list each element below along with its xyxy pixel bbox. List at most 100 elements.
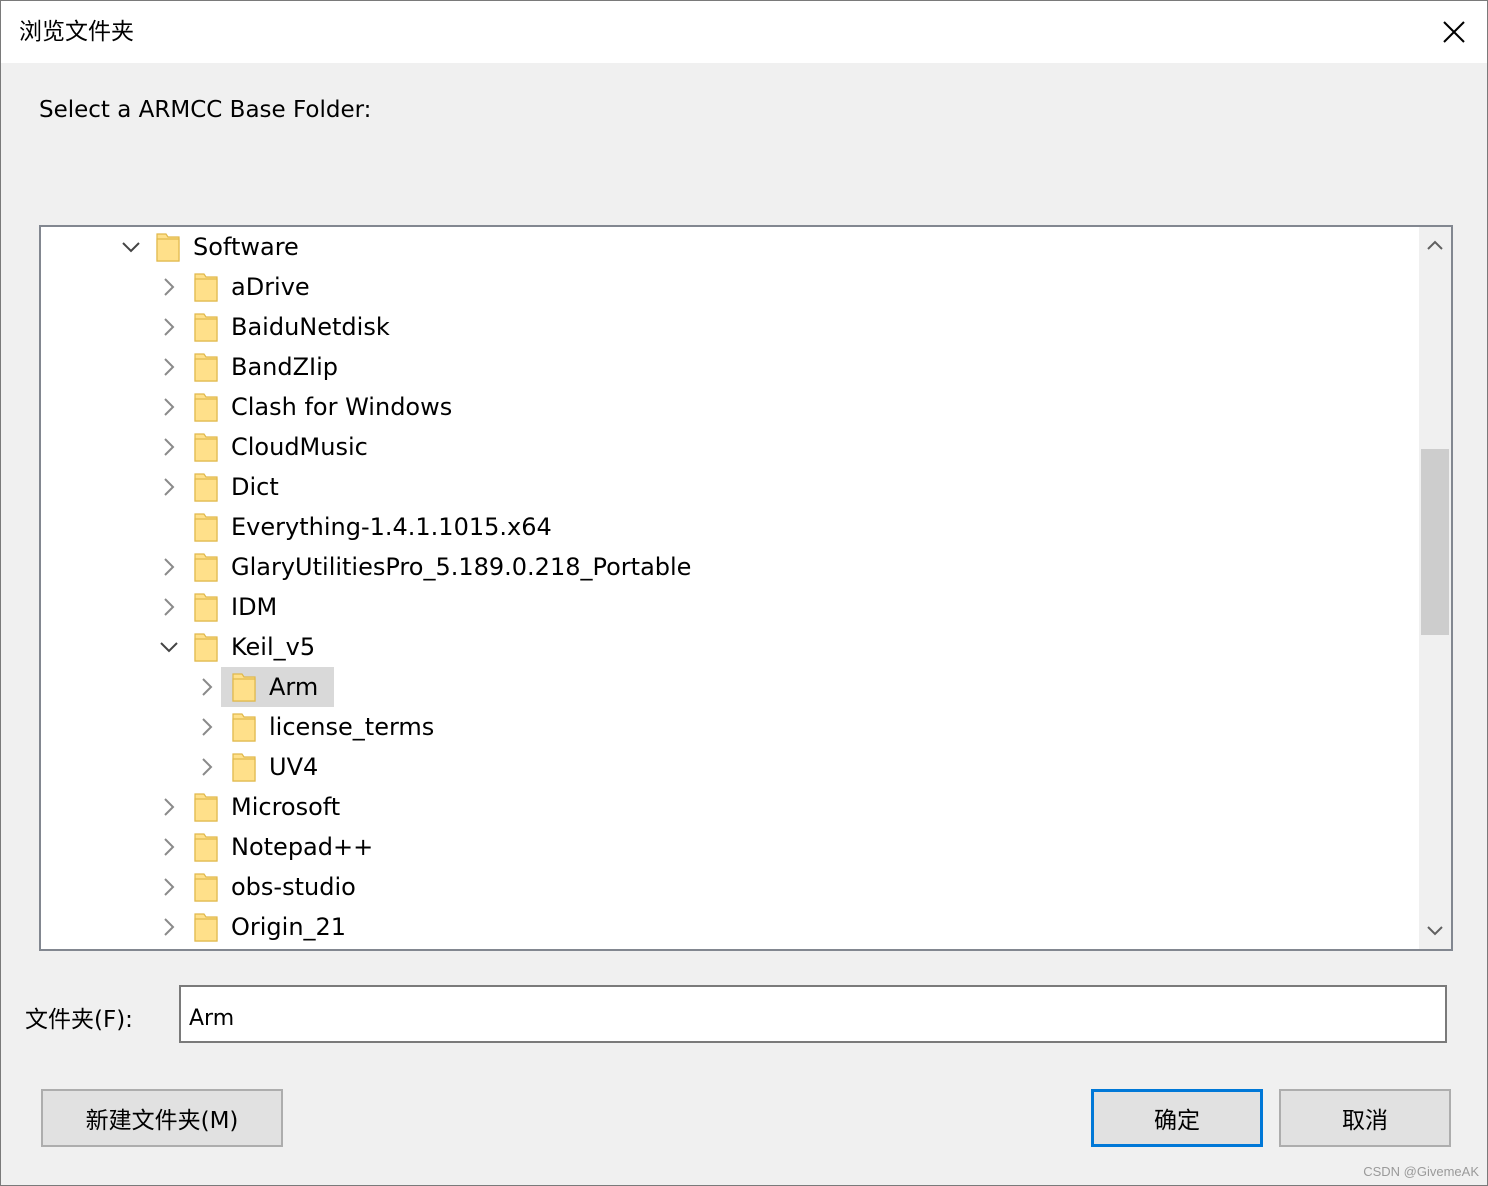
expand-toggle[interactable] bbox=[155, 867, 183, 907]
tree-item[interactable]: Keil_v5 bbox=[155, 627, 331, 667]
expand-toggle[interactable] bbox=[155, 427, 183, 467]
chevron-right-icon bbox=[164, 318, 175, 336]
chevron-down-icon bbox=[160, 642, 178, 653]
scroll-down-button[interactable] bbox=[1419, 913, 1451, 949]
chevron-right-icon bbox=[164, 398, 175, 416]
tree-item[interactable]: IDM bbox=[155, 587, 293, 627]
tree-item-body[interactable]: Origin_21 bbox=[183, 907, 362, 947]
tree-item-label: Software bbox=[193, 233, 299, 261]
tree-item-label: obs-studio bbox=[231, 873, 356, 901]
tree-item[interactable]: CloudMusic bbox=[155, 427, 384, 467]
tree-item[interactable]: GlaryUtilitiesPro_5.189.0.218_Portable bbox=[155, 547, 707, 587]
watermark: CSDN @GivemeAK bbox=[1363, 1164, 1479, 1179]
tree-item[interactable]: Origin_21 bbox=[155, 907, 362, 947]
tree-item-body[interactable]: Everything-1.4.1.1015.x64 bbox=[183, 507, 568, 547]
tree-item[interactable]: Notepad++ bbox=[155, 827, 389, 867]
tree-item-body[interactable]: Arm bbox=[221, 667, 335, 707]
tree-item-body[interactable]: BandZIip bbox=[183, 347, 354, 387]
folder-input[interactable] bbox=[179, 985, 1447, 1043]
close-icon bbox=[1443, 21, 1465, 43]
chevron-right-icon bbox=[164, 798, 175, 816]
expand-toggle[interactable] bbox=[193, 707, 221, 747]
folder-icon bbox=[193, 831, 219, 863]
tree-item-body[interactable]: CloudMusic bbox=[183, 427, 384, 467]
chevron-right-icon bbox=[164, 278, 175, 296]
tree-item-label: UV4 bbox=[269, 753, 319, 781]
tree-item[interactable]: UV4 bbox=[193, 747, 334, 787]
expand-toggle[interactable] bbox=[193, 747, 221, 787]
tree-item-body[interactable]: Microsoft bbox=[183, 787, 356, 827]
folder-icon bbox=[231, 711, 257, 743]
expand-toggle[interactable] bbox=[155, 787, 183, 827]
scroll-thumb[interactable] bbox=[1421, 449, 1449, 635]
tree-item[interactable]: Everything-1.4.1.1015.x64 bbox=[155, 507, 568, 547]
tree-item[interactable]: BaiduNetdisk bbox=[155, 307, 406, 347]
folder-icon bbox=[193, 431, 219, 463]
tree-item-body[interactable]: obs-studio bbox=[183, 867, 372, 907]
expand-toggle[interactable] bbox=[155, 387, 183, 427]
folder-icon bbox=[155, 231, 181, 263]
tree-item[interactable]: Arm bbox=[193, 667, 335, 707]
tree-item-body[interactable]: aDrive bbox=[183, 267, 326, 307]
chevron-right-icon bbox=[164, 918, 175, 936]
chevron-right-icon bbox=[164, 478, 175, 496]
new-folder-button[interactable]: 新建文件夹(M) bbox=[41, 1089, 283, 1147]
tree-item-body[interactable]: Notepad++ bbox=[183, 827, 389, 867]
tree-item[interactable]: Dict bbox=[155, 467, 295, 507]
expand-toggle[interactable] bbox=[155, 467, 183, 507]
tree-item[interactable]: Clash for Windows bbox=[155, 387, 468, 427]
expand-toggle[interactable] bbox=[155, 547, 183, 587]
tree-item-body[interactable]: license_terms bbox=[221, 707, 450, 747]
cancel-button[interactable]: 取消 bbox=[1279, 1089, 1451, 1147]
vertical-scrollbar[interactable] bbox=[1419, 227, 1451, 949]
chevron-right-icon bbox=[202, 718, 213, 736]
tree-item[interactable]: BandZIip bbox=[155, 347, 354, 387]
scroll-up-button[interactable] bbox=[1419, 227, 1451, 263]
expand-toggle[interactable] bbox=[155, 907, 183, 947]
ok-button[interactable]: 确定 bbox=[1091, 1089, 1263, 1147]
chevron-right-icon bbox=[164, 438, 175, 456]
tree-item-body[interactable]: GlaryUtilitiesPro_5.189.0.218_Portable bbox=[183, 547, 707, 587]
tree-item-body[interactable]: Keil_v5 bbox=[183, 627, 331, 667]
folder-icon bbox=[193, 911, 219, 943]
tree-item-body[interactable]: Clash for Windows bbox=[183, 387, 468, 427]
title-bar: 浏览文件夹 bbox=[1, 1, 1487, 63]
expand-toggle[interactable] bbox=[155, 827, 183, 867]
close-button[interactable] bbox=[1421, 1, 1487, 63]
folder-tree[interactable]: Software aDrive BaiduNetdisk BandZIip Clash … bbox=[39, 225, 1453, 951]
tree-item-label: Microsoft bbox=[231, 793, 341, 821]
tree-item-body[interactable]: IDM bbox=[183, 587, 293, 627]
tree-item[interactable]: Microsoft bbox=[155, 787, 356, 827]
folder-icon bbox=[193, 591, 219, 623]
expand-toggle[interactable] bbox=[155, 347, 183, 387]
chevron-right-icon bbox=[202, 678, 213, 696]
tree-item-body[interactable]: BaiduNetdisk bbox=[183, 307, 406, 347]
tree-item[interactable]: aDrive bbox=[155, 267, 326, 307]
tree-item-label: IDM bbox=[231, 593, 278, 621]
tree-item-label: Keil_v5 bbox=[231, 633, 316, 661]
tree-item-label: Clash for Windows bbox=[231, 393, 453, 421]
expand-toggle-empty bbox=[155, 507, 183, 547]
tree-item[interactable]: Software bbox=[117, 227, 315, 267]
tree-item[interactable]: license_terms bbox=[193, 707, 450, 747]
expand-toggle[interactable] bbox=[117, 227, 145, 267]
folder-icon bbox=[193, 471, 219, 503]
folder-icon bbox=[231, 671, 257, 703]
chevron-right-icon bbox=[202, 758, 213, 776]
chevron-right-icon bbox=[164, 598, 175, 616]
expand-toggle[interactable] bbox=[155, 587, 183, 627]
expand-toggle[interactable] bbox=[155, 627, 183, 667]
tree-item-body[interactable]: UV4 bbox=[221, 747, 334, 787]
tree-item-label: Arm bbox=[269, 673, 319, 701]
window-title: 浏览文件夹 bbox=[19, 19, 134, 45]
tree-item-body[interactable]: Software bbox=[145, 227, 315, 267]
expand-toggle[interactable] bbox=[193, 667, 221, 707]
folder-icon bbox=[193, 511, 219, 543]
chevron-down-icon bbox=[122, 242, 140, 253]
folder-field-label: 文件夹(F): bbox=[25, 1007, 133, 1033]
tree-item-body[interactable]: Dict bbox=[183, 467, 295, 507]
tree-item[interactable]: obs-studio bbox=[155, 867, 372, 907]
expand-toggle[interactable] bbox=[155, 267, 183, 307]
folder-icon bbox=[231, 751, 257, 783]
expand-toggle[interactable] bbox=[155, 307, 183, 347]
